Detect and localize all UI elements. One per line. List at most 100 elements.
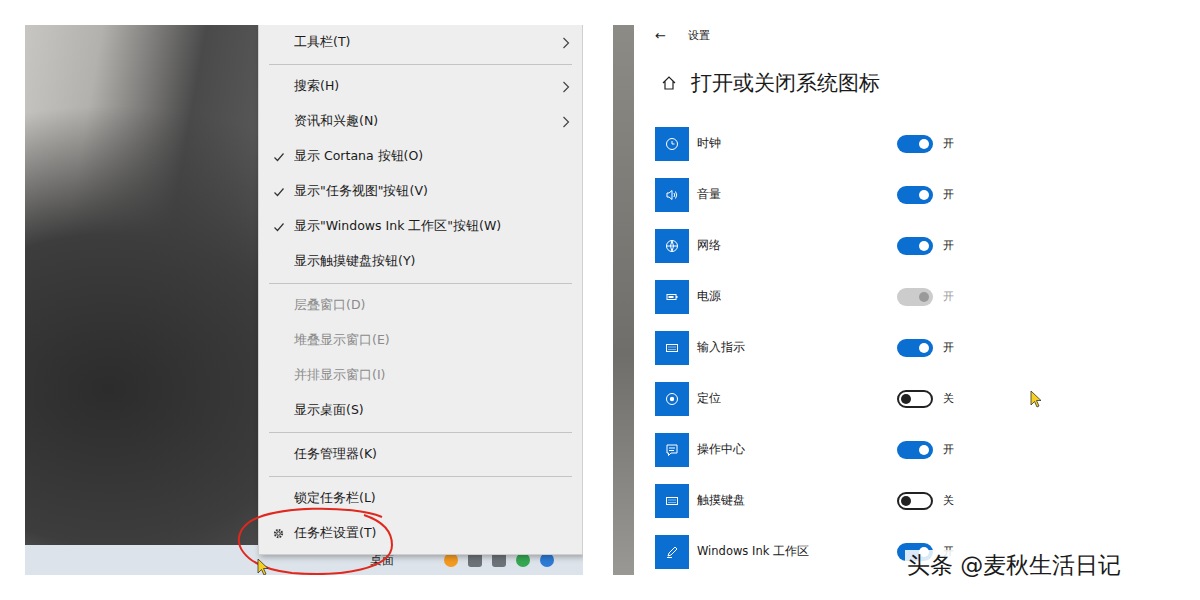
toggle-state-label: 开: [943, 136, 954, 151]
menu-separator: [269, 428, 572, 437]
chevron-right-icon: [562, 81, 570, 93]
app-icon[interactable]: [516, 553, 530, 567]
menu-mark: [259, 527, 294, 540]
watermark: 头条 @麦秋生活日记: [905, 550, 1123, 581]
system-icon-row: 触摸键盘 关: [655, 475, 1185, 526]
back-button[interactable]: ←: [655, 28, 666, 43]
system-icon-label: 定位: [697, 391, 897, 406]
toggle-switch[interactable]: [897, 288, 933, 306]
globe-icon: [665, 239, 679, 253]
app-icon[interactable]: [444, 553, 458, 567]
toggle-knob: [901, 496, 911, 506]
settings-screenshot: ← 设置 打开或关闭系统图标 时钟 开 音量 开 网络 开 电源 开 输入指示 …: [613, 25, 1185, 575]
menu-item-label: 显示 Cortana 按钮(O): [294, 148, 570, 165]
sound-icon: [665, 188, 679, 202]
toggle-knob: [919, 139, 929, 149]
toggle-switch[interactable]: [897, 186, 933, 204]
menu-mark: [259, 151, 294, 163]
system-icon-row: 输入指示 开: [655, 322, 1185, 373]
check-icon: [273, 186, 285, 198]
system-icon-label: Windows Ink 工作区: [697, 544, 897, 559]
sound-icon[interactable]: [492, 553, 506, 567]
check-icon: [273, 151, 285, 163]
menu-item-label: 任务栏设置(T): [294, 525, 570, 542]
system-icon-row: 电源 开: [655, 271, 1185, 322]
mouse-cursor-icon: [257, 558, 269, 575]
page-title-row: 打开或关闭系统图标: [655, 68, 1185, 98]
menu-separator: [269, 60, 572, 69]
menu-item[interactable]: 显示桌面(S): [259, 393, 582, 428]
toggle-switch[interactable]: [897, 390, 933, 408]
menu-item[interactable]: 工具栏(T): [259, 25, 582, 60]
menu-item[interactable]: 显示触摸键盘按钮(Y): [259, 244, 582, 279]
toggle-state-label: 开: [943, 289, 954, 304]
menu-item[interactable]: 任务栏设置(T): [259, 516, 582, 551]
home-icon[interactable]: [661, 75, 677, 91]
menu-item-label: 显示"任务视图"按钮(V): [294, 183, 570, 200]
system-icon-label: 操作中心: [697, 442, 897, 457]
toggle-switch[interactable]: [897, 441, 933, 459]
system-icon-label: 音量: [697, 187, 897, 202]
keyboard-icon: [665, 341, 679, 355]
keyboard-icon: [665, 494, 679, 508]
screenshot-page: 桌面 工具栏(T) 搜索(H) 资讯和兴趣(N) 显示 Cortana 按钮(O…: [0, 0, 1200, 600]
menu-separator: [269, 472, 572, 481]
menu-item[interactable]: 显示"任务视图"按钮(V): [259, 174, 582, 209]
menu-item-label: 搜索(H): [294, 78, 562, 95]
toggle-state-label: 开: [943, 187, 954, 202]
menu-item-label: 显示"Windows Ink 工作区"按钮(W): [294, 218, 570, 235]
system-icon-box: [655, 229, 689, 263]
menu-item[interactable]: 资讯和兴趣(N): [259, 104, 582, 139]
system-icon-box: [655, 535, 689, 569]
menu-item[interactable]: 并排显示窗口(I): [259, 358, 582, 393]
gear-icon: [272, 527, 285, 540]
chevron-right-icon: [562, 116, 570, 128]
menu-item[interactable]: 锁定任务栏(L): [259, 481, 582, 516]
network-icon[interactable]: [468, 553, 482, 567]
toggle-knob: [919, 292, 929, 302]
menu-item[interactable]: 堆叠显示窗口(E): [259, 323, 582, 358]
toggle-knob: [919, 190, 929, 200]
menu-item[interactable]: 显示"Windows Ink 工作区"按钮(W): [259, 209, 582, 244]
system-icon-list: 时钟 开 音量 开 网络 开 电源 开 输入指示 开 定位 关 操作中心 开 触…: [655, 118, 1185, 575]
menu-item-label: 资讯和兴趣(N): [294, 113, 562, 130]
page-title: 打开或关闭系统图标: [691, 69, 880, 97]
system-icon-label: 触摸键盘: [697, 493, 897, 508]
tray-icon[interactable]: [540, 553, 554, 567]
menu-item-label: 显示触摸键盘按钮(Y): [294, 253, 570, 270]
toggle-knob: [901, 394, 911, 404]
system-icon-box: [655, 178, 689, 212]
menu-item[interactable]: 任务管理器(K): [259, 437, 582, 472]
system-icon-row: 时钟 开: [655, 118, 1185, 169]
check-icon: [273, 221, 285, 233]
menu-item[interactable]: 显示 Cortana 按钮(O): [259, 139, 582, 174]
menu-mark: [259, 221, 294, 233]
toggle-switch[interactable]: [897, 339, 933, 357]
system-icon-row: 操作中心 开: [655, 424, 1185, 475]
toggle-knob: [919, 241, 929, 251]
toggle-state-label: 开: [943, 442, 954, 457]
annotation-circle: [232, 503, 402, 575]
system-icon-label: 网络: [697, 238, 897, 253]
menu-mark: [259, 186, 294, 198]
system-icon-label: 时钟: [697, 136, 897, 151]
menu-item[interactable]: 层叠窗口(D): [259, 288, 582, 323]
chat-icon: [665, 443, 679, 457]
system-icon-box: [655, 382, 689, 416]
menu-item-label: 显示桌面(S): [294, 402, 570, 419]
system-icon-row: 定位 关: [655, 373, 1185, 424]
toggle-switch[interactable]: [897, 135, 933, 153]
toggle-switch[interactable]: [897, 492, 933, 510]
menu-item-label: 并排显示窗口(I): [294, 367, 570, 384]
battery-icon: [665, 290, 679, 304]
system-icon-row: 网络 开: [655, 220, 1185, 271]
menu-item-label: 锁定任务栏(L): [294, 490, 570, 507]
pen-icon: [665, 545, 679, 559]
toggle-knob: [919, 445, 929, 455]
toggle-switch[interactable]: [897, 237, 933, 255]
chevron-right-icon: [562, 37, 570, 49]
system-icon-box: [655, 484, 689, 518]
menu-item-label: 任务管理器(K): [294, 446, 570, 463]
mouse-cursor-icon: [1030, 390, 1042, 408]
menu-item[interactable]: 搜索(H): [259, 69, 582, 104]
